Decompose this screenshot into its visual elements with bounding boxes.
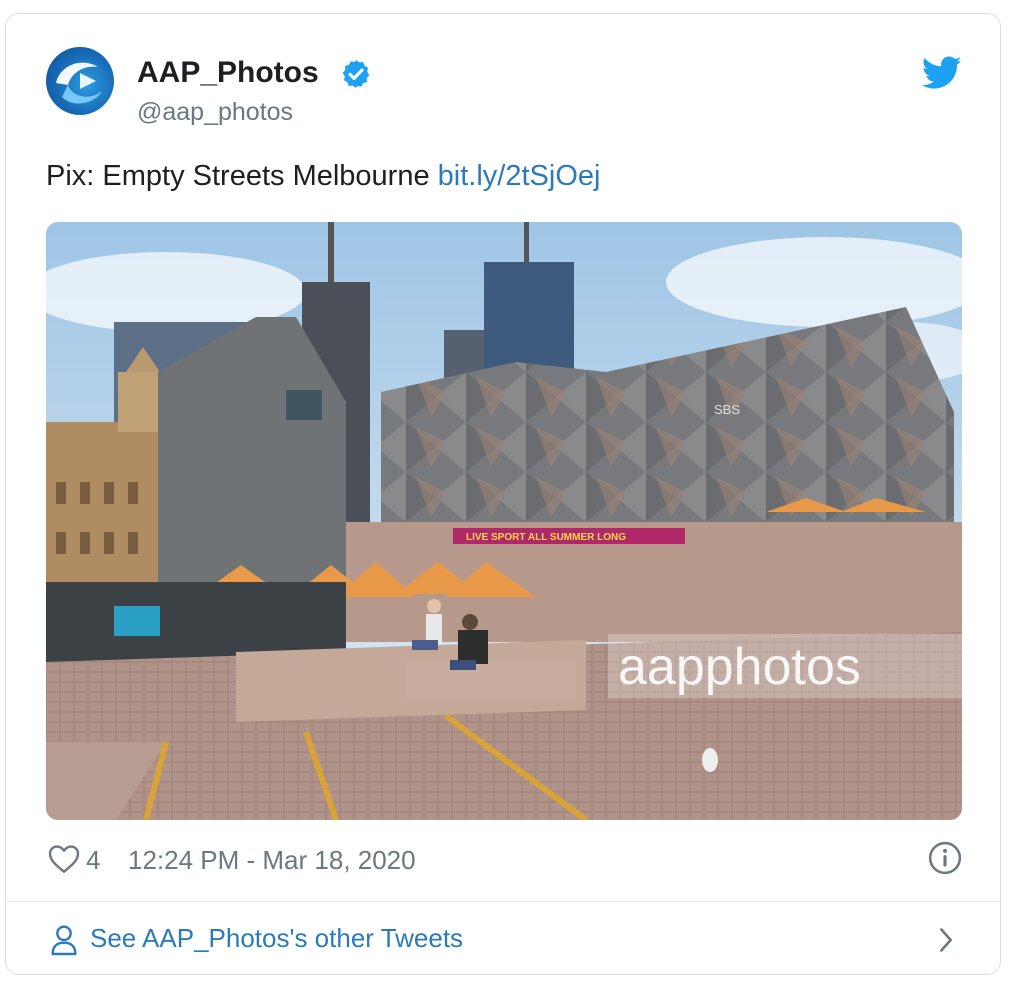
like-count[interactable]: 4 (86, 845, 100, 876)
aap-logo-avatar (56, 62, 102, 104)
display-name[interactable]: AAP_Photos (137, 56, 319, 90)
tweet-link[interactable]: bit.ly/2tSjOej (438, 160, 601, 192)
photo-scene: SBS LIVE SPORT ALL SUMMER LONG aapphotos (46, 222, 962, 820)
heart-icon[interactable] (48, 844, 80, 874)
avatar[interactable] (46, 47, 114, 115)
aap-watermark: aapphotos (618, 638, 861, 696)
tweet-photo[interactable]: SBS LIVE SPORT ALL SUMMER LONG aapphotos (46, 222, 962, 820)
person-icon (51, 925, 77, 956)
sbs-logo: SBS (714, 402, 740, 417)
see-other-tweets-link[interactable]: See AAP_Photos's other Tweets (6, 902, 1000, 974)
tweet-body: Pix: Empty Streets Melbourne (46, 160, 430, 192)
user-handle[interactable]: @aap_photos (137, 98, 293, 127)
verified-badge-icon (342, 60, 370, 88)
info-icon[interactable] (928, 841, 962, 875)
tweet-timestamp[interactable]: 12:24 PM - Mar 18, 2020 (128, 845, 416, 876)
banner-text: LIVE SPORT ALL SUMMER LONG (466, 532, 626, 543)
chevron-right-icon (940, 928, 952, 952)
see-other-tweets-label[interactable]: See AAP_Photos's other Tweets (90, 923, 463, 954)
tweet-text: Pix: Empty Streets Melbourne bit.ly/2tSj… (46, 160, 600, 193)
twitter-bird-icon[interactable] (922, 56, 962, 90)
